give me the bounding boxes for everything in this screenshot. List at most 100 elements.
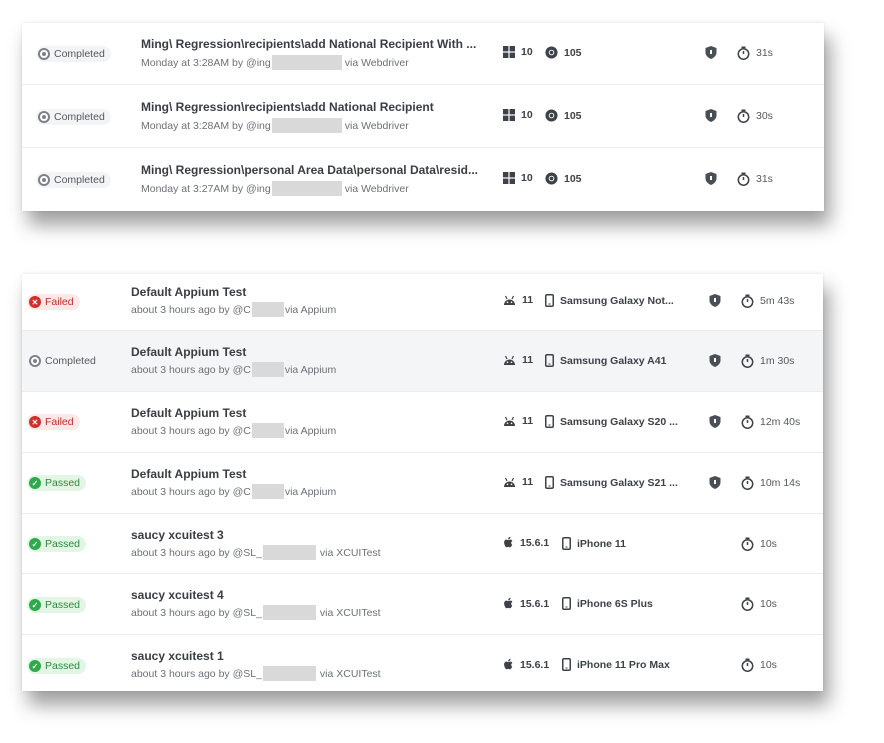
os-version: 10 bbox=[521, 109, 533, 121]
os-info: 10 bbox=[503, 172, 533, 184]
test-row[interactable]: Completed Ming\ Regression\recipients\ad… bbox=[22, 85, 824, 148]
os-info: 15.6.1 bbox=[503, 536, 549, 549]
os-info: 11 bbox=[503, 354, 533, 366]
browser-info: 105 bbox=[545, 109, 582, 122]
test-framework: via Appium bbox=[284, 485, 337, 498]
mobile-device-icon bbox=[545, 415, 554, 428]
mobile-test-list: ✕ Failed Default Appium Test about 3 hou… bbox=[22, 274, 823, 691]
test-title[interactable]: Ming\ Regression\personal Area Data\pers… bbox=[141, 163, 478, 177]
redacted-username bbox=[271, 55, 342, 70]
os-version: 10 bbox=[521, 172, 533, 184]
apple-icon bbox=[504, 597, 513, 609]
test-framework: via XCUITest bbox=[319, 606, 381, 619]
test-row[interactable]: ✓ Passed saucy xcuitest 3 about 3 hours … bbox=[22, 514, 823, 574]
test-title[interactable]: saucy xcuitest 3 bbox=[131, 528, 224, 542]
test-row[interactable]: Completed Default Appium Test about 3 ho… bbox=[22, 331, 823, 392]
test-timestamp: about 3 hours ago by @C bbox=[131, 363, 251, 376]
test-meta: about 3 hours ago by @SL_ via XCUITest bbox=[131, 666, 381, 681]
os-info: 11 bbox=[503, 476, 533, 488]
test-duration: 10s bbox=[741, 537, 777, 551]
test-timestamp: Monday at 3:28AM by @ing bbox=[141, 56, 271, 69]
test-title[interactable]: Ming\ Regression\recipients\add National… bbox=[141, 37, 476, 51]
android-icon bbox=[504, 295, 515, 305]
os-version: 15.6.1 bbox=[520, 658, 550, 671]
test-title[interactable]: Default Appium Test bbox=[131, 345, 246, 359]
status-badge: Completed bbox=[36, 46, 111, 62]
test-row[interactable]: ✕ Failed Default Appium Test about 3 hou… bbox=[22, 392, 823, 453]
check-circle-icon: ✓ bbox=[29, 660, 41, 672]
redacted-username bbox=[262, 605, 316, 620]
test-meta: Monday at 3:27AM by @ing via Webdriver bbox=[141, 181, 409, 196]
device-info: iPhone 11 Pro Max bbox=[562, 658, 670, 671]
check-circle-icon: ✓ bbox=[29, 538, 41, 550]
test-duration: 10s bbox=[741, 658, 777, 672]
test-duration: 5m 43s bbox=[741, 294, 794, 308]
completed-circle-icon bbox=[38, 174, 50, 186]
device-name: iPhone 11 Pro Max bbox=[577, 658, 670, 671]
stopwatch-icon bbox=[741, 658, 754, 672]
device-name: iPhone 6S Plus bbox=[577, 597, 653, 610]
shield-icon bbox=[709, 354, 721, 367]
test-row[interactable]: Completed Ming\ Regression\personal Area… bbox=[22, 148, 824, 211]
completed-circle-icon bbox=[29, 355, 41, 367]
shield-icon bbox=[709, 294, 721, 307]
browser-info: 105 bbox=[545, 172, 582, 185]
device-info: iPhone 11 bbox=[562, 537, 626, 550]
test-framework: via Appium bbox=[284, 303, 337, 316]
test-title[interactable]: saucy xcuitest 1 bbox=[131, 649, 224, 663]
os-version: 15.6.1 bbox=[520, 536, 550, 549]
test-title[interactable]: Default Appium Test bbox=[131, 285, 246, 299]
device-name: Samsung Galaxy S21 ... bbox=[560, 476, 678, 489]
test-timestamp: about 3 hours ago by @C bbox=[131, 424, 251, 437]
browser-info: 105 bbox=[545, 46, 582, 59]
status-badge: ✕ Failed bbox=[27, 294, 80, 310]
test-timestamp: about 3 hours ago by @C bbox=[131, 485, 251, 498]
redacted-username bbox=[262, 545, 316, 560]
test-meta: about 3 hours ago by @C via Appium bbox=[131, 362, 336, 377]
test-title[interactable]: Default Appium Test bbox=[131, 406, 246, 420]
stopwatch-icon bbox=[741, 597, 754, 611]
stopwatch-icon bbox=[741, 415, 754, 429]
device-info: Samsung Galaxy S20 ... bbox=[545, 415, 678, 428]
stopwatch-icon bbox=[741, 294, 754, 308]
test-duration: 31s bbox=[737, 172, 773, 186]
test-row[interactable]: ✓ Passed saucy xcuitest 1 about 3 hours … bbox=[22, 635, 823, 691]
check-circle-icon: ✓ bbox=[29, 599, 41, 611]
apple-icon bbox=[504, 658, 513, 670]
os-version: 10 bbox=[521, 46, 533, 58]
stopwatch-icon bbox=[741, 476, 754, 490]
test-row[interactable]: Completed Ming\ Regression\recipients\ad… bbox=[22, 23, 824, 85]
test-row[interactable]: ✓ Passed Default Appium Test about 3 hou… bbox=[22, 453, 823, 514]
status-badge: ✕ Failed bbox=[27, 414, 80, 430]
x-circle-icon: ✕ bbox=[29, 296, 41, 308]
windows-icon bbox=[503, 172, 515, 184]
os-version: 15.6.1 bbox=[520, 597, 550, 610]
desktop-test-list: Completed Ming\ Regression\recipients\ad… bbox=[22, 23, 824, 211]
stopwatch-icon bbox=[737, 109, 750, 123]
redacted-username bbox=[251, 484, 284, 499]
test-meta: about 3 hours ago by @SL_ via XCUITest bbox=[131, 605, 381, 620]
test-title[interactable]: Ming\ Regression\recipients\add National… bbox=[141, 100, 434, 114]
status-badge: ✓ Passed bbox=[27, 597, 87, 613]
device-info: iPhone 6S Plus bbox=[562, 597, 653, 610]
test-title[interactable]: saucy xcuitest 4 bbox=[131, 588, 224, 602]
status-badge: ✓ Passed bbox=[27, 475, 87, 491]
test-meta: about 3 hours ago by @C via Appium bbox=[131, 423, 336, 438]
stopwatch-icon bbox=[741, 354, 754, 368]
test-timestamp: about 3 hours ago by @SL_ bbox=[131, 546, 262, 559]
test-meta: Monday at 3:28AM by @ing via Webdriver bbox=[141, 118, 409, 133]
device-info: Samsung Galaxy S21 ... bbox=[545, 476, 678, 489]
test-timestamp: about 3 hours ago by @C bbox=[131, 303, 251, 316]
device-name: Samsung Galaxy S20 ... bbox=[560, 415, 678, 428]
redacted-username bbox=[262, 666, 316, 681]
redacted-username bbox=[271, 181, 342, 196]
redacted-username bbox=[271, 118, 342, 133]
test-row[interactable]: ✕ Failed Default Appium Test about 3 hou… bbox=[22, 274, 823, 331]
test-row[interactable]: ✓ Passed saucy xcuitest 4 about 3 hours … bbox=[22, 574, 823, 635]
test-title[interactable]: Default Appium Test bbox=[131, 467, 246, 481]
test-meta: about 3 hours ago by @SL_ via XCUITest bbox=[131, 545, 381, 560]
completed-circle-icon bbox=[38, 111, 50, 123]
windows-icon bbox=[503, 109, 515, 121]
device-info: Samsung Galaxy Not... bbox=[545, 294, 674, 307]
shield-icon bbox=[705, 109, 717, 122]
